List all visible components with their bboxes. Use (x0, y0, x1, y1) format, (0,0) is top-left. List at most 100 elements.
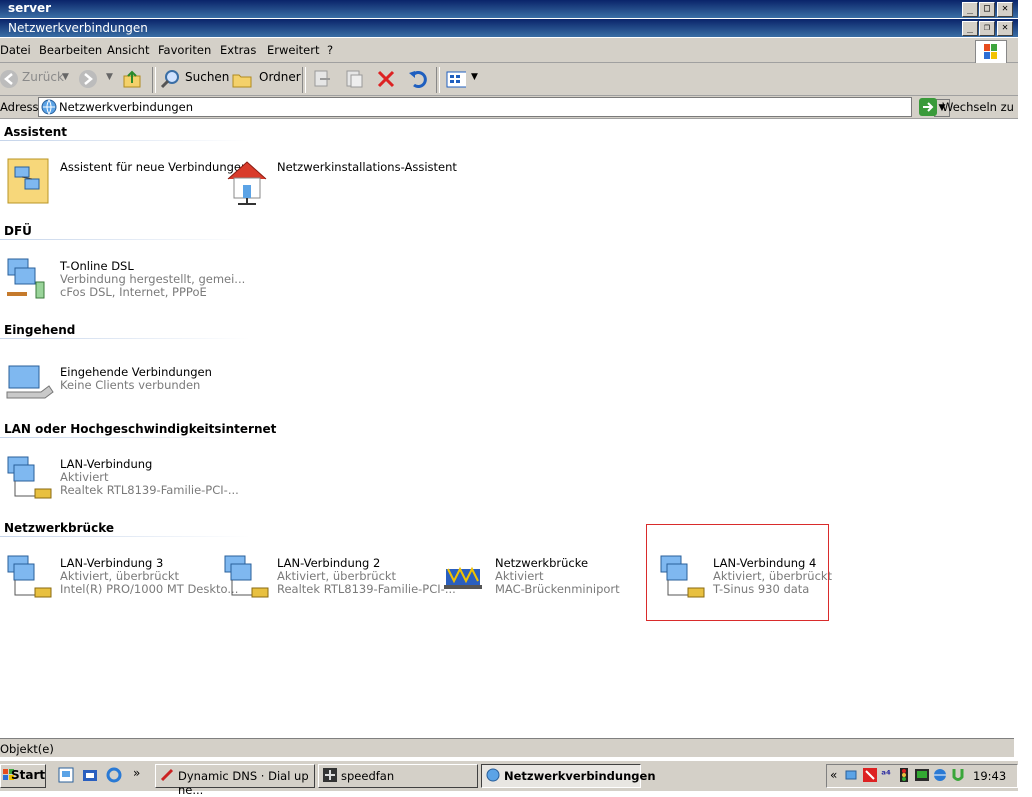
views-icon[interactable] (446, 69, 466, 89)
move-to-icon[interactable] (312, 69, 332, 89)
item-device: MAC-Brückenminiport (495, 582, 620, 596)
tray-temp-icon[interactable]: ᵃ⁴ (881, 768, 891, 781)
menu-bearbeiten[interactable]: Bearbeiten (39, 43, 102, 57)
inner-restore-button[interactable]: ❐ (979, 21, 995, 36)
tray-traffic-light-icon[interactable] (897, 768, 911, 782)
group-divider (0, 239, 250, 240)
group-divider (0, 140, 250, 141)
task-label: Dynamic DNS · Dial up ne... (178, 769, 309, 797)
forward-dropdown-icon[interactable]: ▼ (106, 72, 113, 82)
undo-icon[interactable] (408, 69, 428, 89)
home-network-icon (227, 161, 267, 205)
task-dynamic-dns[interactable]: Dynamic DNS · Dial up ne... (155, 764, 315, 797)
task-label: speedfan (341, 769, 395, 783)
menu-favoriten[interactable]: Favoriten (158, 43, 211, 57)
copy-to-icon[interactable] (344, 69, 364, 89)
item-name: Netzwerkbrücke (495, 556, 589, 570)
toolbar-separator (436, 67, 440, 93)
go-arrow-icon[interactable] (919, 98, 937, 116)
task-netzwerkverbindungen[interactable]: Netzwerkverbindungen (481, 764, 656, 788)
maximize-button[interactable]: □ (979, 2, 995, 17)
item-t-online-dsl[interactable]: T-Online DSL Verbindung hergestellt, gem… (5, 256, 245, 306)
search-button-label[interactable]: Suchen (185, 70, 229, 84)
search-icon[interactable] (160, 69, 180, 89)
item-status: Aktiviert, überbrückt (60, 569, 180, 583)
start-label: Start (11, 768, 46, 782)
item-new-connection-wizard[interactable]: Assistent für neue Verbindungen (5, 157, 248, 207)
item-name: Eingehende Verbindungen (60, 365, 212, 379)
tray-expand-icon[interactable]: « (830, 768, 837, 782)
go-button-label[interactable]: Wechseln zu (942, 100, 1014, 114)
item-lan-connection-3[interactable]: LAN-Verbindung 3 Aktiviert, überbrückt I… (5, 553, 238, 603)
group-divider (0, 437, 250, 438)
taskbar: Start » Dynamic DNS · Dial up ne... spee… (0, 760, 1018, 797)
incoming-connection-icon (6, 365, 54, 399)
tray-monitor-icon[interactable] (915, 768, 929, 782)
item-status: Verbindung hergestellt, gemei... (60, 272, 246, 286)
address-value: Netzwerkverbindungen (59, 100, 194, 114)
menu-datei[interactable]: Datei (0, 43, 31, 57)
back-button-label[interactable]: Zurück (22, 70, 64, 84)
item-name: LAN-Verbindung 3 (60, 556, 164, 570)
item-name: Assistent für neue Verbindungen (60, 160, 249, 174)
item-network-setup-wizard[interactable]: Netzwerkinstallations-Assistent (222, 157, 457, 207)
back-arrow-icon[interactable] (0, 69, 20, 89)
start-button[interactable]: Start (0, 764, 46, 788)
item-device: Intel(R) PRO/1000 MT Deskto... (60, 582, 239, 596)
network-globe-icon (486, 768, 500, 782)
task-speedfan[interactable]: speedfan (318, 764, 478, 788)
address-bar: Adresse Netzwerkverbindungen ▼ Wechseln … (0, 96, 1018, 119)
menu-extras[interactable]: Extras (220, 43, 256, 57)
quicklaunch-ie-icon[interactable] (106, 767, 122, 783)
group-header-incoming: Eingehend (4, 323, 76, 337)
network-globe-icon (41, 99, 57, 115)
item-status: Aktiviert (495, 569, 544, 583)
lan-connection-icon (7, 555, 52, 598)
item-name: Netzwerkinstallations-Assistent (277, 160, 457, 174)
clock[interactable]: 19:43 (973, 769, 1006, 783)
group-header-lan: LAN oder Hochgeschwindigkeitsinternet (4, 422, 277, 436)
menu-erweitert[interactable]: Erweitert (267, 43, 320, 57)
group-header-dfu: DFÜ (4, 224, 32, 238)
minimize-button[interactable]: _ (962, 2, 978, 17)
quicklaunch-desktop-icon[interactable] (58, 767, 74, 783)
address-input[interactable]: Netzwerkverbindungen ▼ (38, 97, 950, 117)
forward-arrow-icon[interactable] (78, 69, 98, 89)
tray-globe-icon[interactable] (933, 768, 947, 782)
delete-icon[interactable] (376, 69, 396, 89)
highlight-annotation (646, 524, 829, 621)
menu-help[interactable]: ? (327, 43, 333, 57)
dialup-connection-icon (7, 258, 45, 299)
status-bar: Objekt(e) (0, 738, 1014, 757)
quicklaunch-outlook-icon[interactable] (82, 767, 98, 783)
item-network-bridge[interactable]: Netzwerkbrücke Aktiviert MAC-Brückenmini… (440, 553, 640, 603)
views-dropdown-icon[interactable]: ▼ (471, 72, 478, 82)
item-lan-connection-2[interactable]: LAN-Verbindung 2 Aktiviert, überbrückt R… (222, 553, 456, 603)
folder-icon[interactable] (232, 69, 252, 89)
inner-title-bar[interactable]: Netzwerkverbindungen _ ❐ ✕ (0, 19, 1018, 37)
close-button[interactable]: ✕ (997, 2, 1013, 17)
content-area: Assistent Assistent für neue Verbindunge… (0, 119, 1014, 735)
tray-u-icon[interactable] (951, 768, 965, 782)
folders-button-label[interactable]: Ordner (259, 70, 301, 84)
tray-red-icon[interactable] (863, 768, 877, 782)
back-dropdown-icon[interactable]: ▼ (62, 72, 69, 82)
screen-edge (1018, 0, 1032, 795)
outer-window-title: server (8, 1, 52, 15)
group-divider (0, 536, 250, 537)
group-header-assistant: Assistent (4, 125, 67, 139)
item-device: cFos DSL, Internet, PPPoE (60, 285, 207, 299)
toolbar-separator (302, 67, 306, 93)
item-incoming-connections[interactable]: Eingehende Verbindungen Keine Clients ve… (5, 362, 220, 412)
inner-close-button[interactable]: ✕ (997, 21, 1013, 36)
quicklaunch-more-icon[interactable]: » (133, 766, 140, 780)
outer-title-bar[interactable]: server _ □ ✕ (0, 0, 1018, 18)
folder-up-icon[interactable] (122, 69, 142, 89)
inner-minimize-button[interactable]: _ (962, 21, 978, 36)
lan-connection-icon (224, 555, 269, 598)
menu-ansicht[interactable]: Ansicht (107, 43, 149, 57)
tray-network-icon[interactable] (845, 768, 859, 782)
toolbar-separator (152, 67, 156, 93)
item-lan-connection[interactable]: LAN-Verbindung Aktiviert Realtek RTL8139… (5, 454, 239, 504)
lan-connection-icon (7, 456, 52, 499)
